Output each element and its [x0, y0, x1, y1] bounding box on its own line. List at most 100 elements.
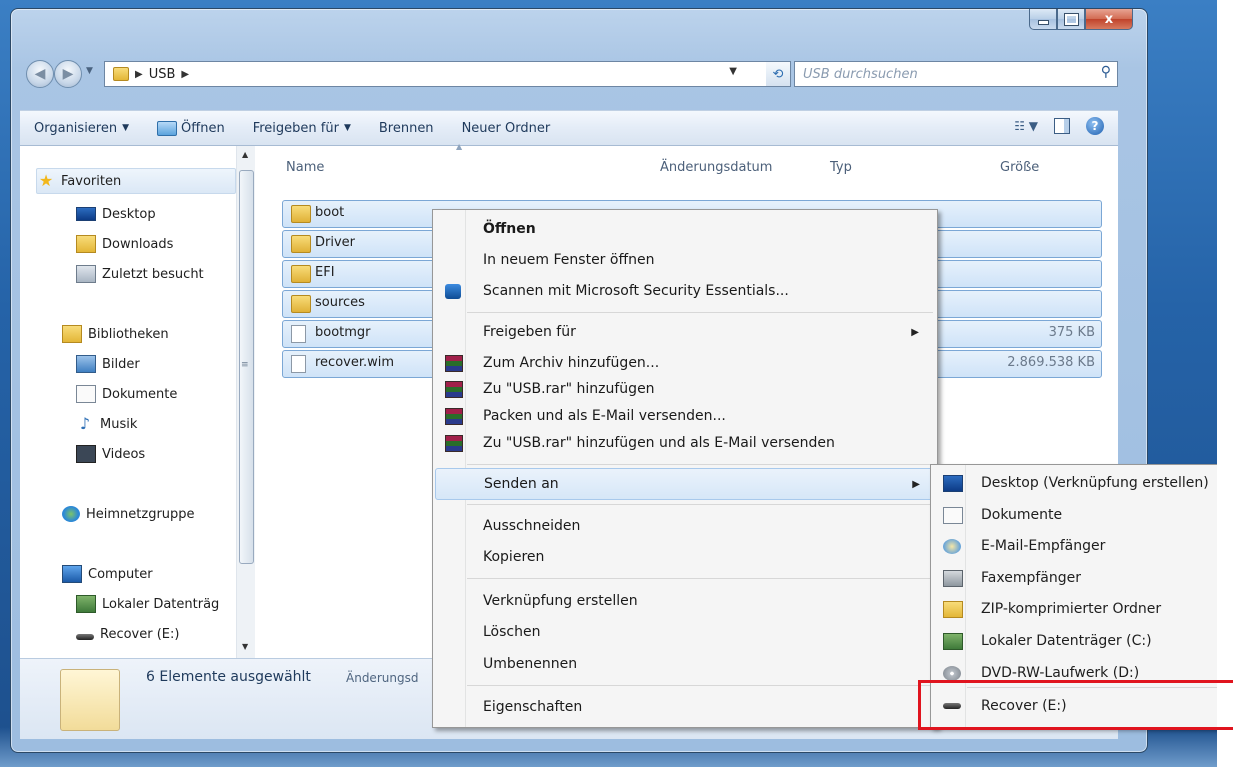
file-size: 2.869.538 KB	[1007, 355, 1095, 370]
send-to-mail[interactable]: E-Mail-Empfänger	[933, 531, 1231, 561]
nav-local-disk-label: Lokaler Datenträg	[102, 596, 220, 612]
share-label: Freigeben für	[252, 120, 339, 136]
menu-copy[interactable]: Kopieren	[435, 543, 935, 571]
column-type[interactable]: Typ	[830, 160, 852, 175]
search-input[interactable]: USB durchsuchen ⚲	[794, 61, 1118, 87]
menu-scan-label: Scannen mit Microsoft Security Essential…	[483, 283, 789, 299]
send-to-desktop[interactable]: Desktop (Verknüpfung erstellen)	[933, 468, 1231, 498]
context-menu: Öffnen In neuem Fenster öffnen Scannen m…	[432, 209, 938, 728]
search-placeholder: USB durchsuchen	[803, 66, 918, 82]
search-icon[interactable]: ⚲	[1101, 64, 1111, 80]
nav-libraries[interactable]: Bibliotheken	[62, 322, 169, 346]
nav-recent-label: Zuletzt besucht	[102, 266, 204, 282]
nav-pictures[interactable]: Bilder	[76, 352, 140, 376]
send-to-zip-label: ZIP-komprimierter Ordner	[981, 601, 1162, 617]
column-size[interactable]: Größe	[1000, 160, 1039, 175]
breadcrumb-chevron-icon[interactable]: ▶	[181, 69, 189, 80]
nav-downloads[interactable]: Downloads	[76, 232, 173, 256]
new-folder-button[interactable]: Neuer Ordner	[448, 121, 565, 136]
help-icon[interactable]: ?	[1086, 117, 1104, 135]
burn-button[interactable]: Brennen	[365, 121, 448, 136]
close-button[interactable]: x	[1085, 9, 1133, 30]
forward-button[interactable]: ▶	[54, 60, 82, 88]
menu-add-usb-rar[interactable]: Zu "USB.rar" hinzufügen	[435, 375, 935, 403]
column-modified[interactable]: Änderungsdatum	[660, 160, 772, 175]
winrar-icon	[445, 380, 463, 398]
back-button[interactable]: ◀	[26, 60, 54, 88]
chevron-down-icon: ▼	[343, 123, 351, 133]
menu-rename[interactable]: Umbenennen	[435, 650, 935, 678]
folder-icon	[291, 235, 311, 253]
scroll-down-icon[interactable]: ▼	[242, 642, 248, 651]
share-button[interactable]: Freigeben für ▼	[239, 121, 365, 136]
address-row: ◀ ▶ ▼ ▶ USB ▶ ▼ ⟲ USB durchsuchen ⚲	[18, 58, 1118, 88]
menu-share-label: Freigeben für	[483, 324, 576, 340]
nav-scrollbar[interactable]: ▲ ≡ ▼	[236, 146, 255, 658]
nav-music[interactable]: ♪ Musik	[76, 412, 137, 436]
recent-pages-dropdown[interactable]: ▼	[86, 66, 96, 80]
send-to-desktop-label: Desktop (Verknüpfung erstellen)	[981, 475, 1209, 491]
refresh-button[interactable]: ⟲	[766, 61, 791, 87]
menu-open[interactable]: Öffnen	[435, 215, 935, 243]
sort-ascending-icon: ▲	[456, 142, 463, 151]
send-to-fax-label: Faxempfänger	[981, 570, 1081, 586]
menu-separator	[467, 464, 933, 465]
menu-pack-email-label: Packen und als E-Mail versenden...	[483, 408, 726, 424]
send-to-zip[interactable]: ZIP-komprimierter Ordner	[933, 594, 1231, 624]
nav-homegroup-label: Heimnetzgruppe	[86, 506, 195, 522]
change-view-icon[interactable]: ☷ ▼	[1014, 119, 1038, 133]
menu-cut[interactable]: Ausschneiden	[435, 512, 935, 540]
libraries-icon	[62, 325, 82, 343]
menu-share[interactable]: Freigeben für ▶	[435, 318, 935, 346]
menu-properties[interactable]: Eigenschaften	[435, 693, 935, 721]
send-to-fax[interactable]: Faxempfänger	[933, 563, 1231, 593]
menu-properties-label: Eigenschaften	[483, 699, 583, 715]
file-name: boot	[315, 205, 345, 220]
video-icon	[76, 445, 96, 463]
column-name[interactable]: Name	[286, 160, 324, 175]
nav-recent[interactable]: Zuletzt besucht	[76, 262, 204, 286]
menu-send-to[interactable]: Senden an ▶	[435, 468, 937, 500]
organize-button[interactable]: Organisieren ▼	[20, 121, 143, 136]
preview-pane-icon[interactable]	[1054, 118, 1070, 134]
address-dropdown-icon[interactable]: ▼	[729, 66, 737, 77]
address-bar[interactable]: ▶ USB ▶ ▼	[104, 61, 768, 87]
homegroup-icon	[62, 506, 80, 522]
breadcrumb-usb[interactable]: USB	[149, 67, 176, 82]
minimize-button[interactable]	[1029, 9, 1057, 30]
menu-delete-label: Löschen	[483, 624, 541, 640]
menu-separator	[467, 504, 933, 505]
nav-recover[interactable]: Recover (E:)	[76, 622, 179, 646]
nav-favorites[interactable]: ★ Favoriten	[36, 168, 236, 194]
maximize-button[interactable]	[1057, 9, 1085, 30]
menu-add-archive[interactable]: Zum Archiv hinzufügen...	[435, 349, 935, 377]
window-controls: x	[1029, 9, 1133, 30]
send-to-local-disk-label: Lokaler Datenträger (C:)	[981, 633, 1152, 649]
nav-computer[interactable]: Computer	[62, 562, 153, 586]
open-folder-icon	[157, 120, 178, 136]
send-to-mail-label: E-Mail-Empfänger	[981, 538, 1106, 554]
send-to-documents[interactable]: Dokumente	[933, 500, 1231, 530]
nav-documents[interactable]: Dokumente	[76, 382, 177, 406]
chevron-down-icon: ▼	[122, 123, 130, 133]
menu-create-shortcut[interactable]: Verknüpfung erstellen	[435, 587, 935, 615]
send-to-local-disk[interactable]: Lokaler Datenträger (C:)	[933, 626, 1231, 656]
downloads-icon	[76, 235, 96, 253]
breadcrumb-chevron-icon[interactable]: ▶	[135, 69, 143, 80]
folder-icon	[291, 205, 311, 223]
nav-desktop[interactable]: Desktop	[76, 202, 156, 226]
file-name: bootmgr	[315, 325, 371, 340]
menu-pack-email[interactable]: Packen und als E-Mail versenden...	[435, 402, 935, 430]
nav-homegroup[interactable]: Heimnetzgruppe	[62, 502, 195, 526]
nav-local-disk[interactable]: Lokaler Datenträg	[76, 592, 219, 616]
nav-videos[interactable]: Videos	[76, 442, 145, 466]
menu-open-new-window[interactable]: In neuem Fenster öffnen	[435, 246, 935, 274]
menu-separator	[467, 312, 933, 313]
menu-scan[interactable]: Scannen mit Microsoft Security Essential…	[435, 277, 935, 305]
submenu-arrow-icon: ▶	[912, 478, 920, 490]
menu-delete[interactable]: Löschen	[435, 618, 935, 646]
open-button[interactable]: Öffnen	[143, 120, 239, 136]
command-bar: Organisieren ▼ Öffnen Freigeben für ▼ Br…	[20, 110, 1118, 146]
menu-add-usb-rar-email[interactable]: Zu "USB.rar" hinzufügen und als E-Mail v…	[435, 429, 935, 457]
scroll-up-icon[interactable]: ▲	[242, 150, 248, 159]
